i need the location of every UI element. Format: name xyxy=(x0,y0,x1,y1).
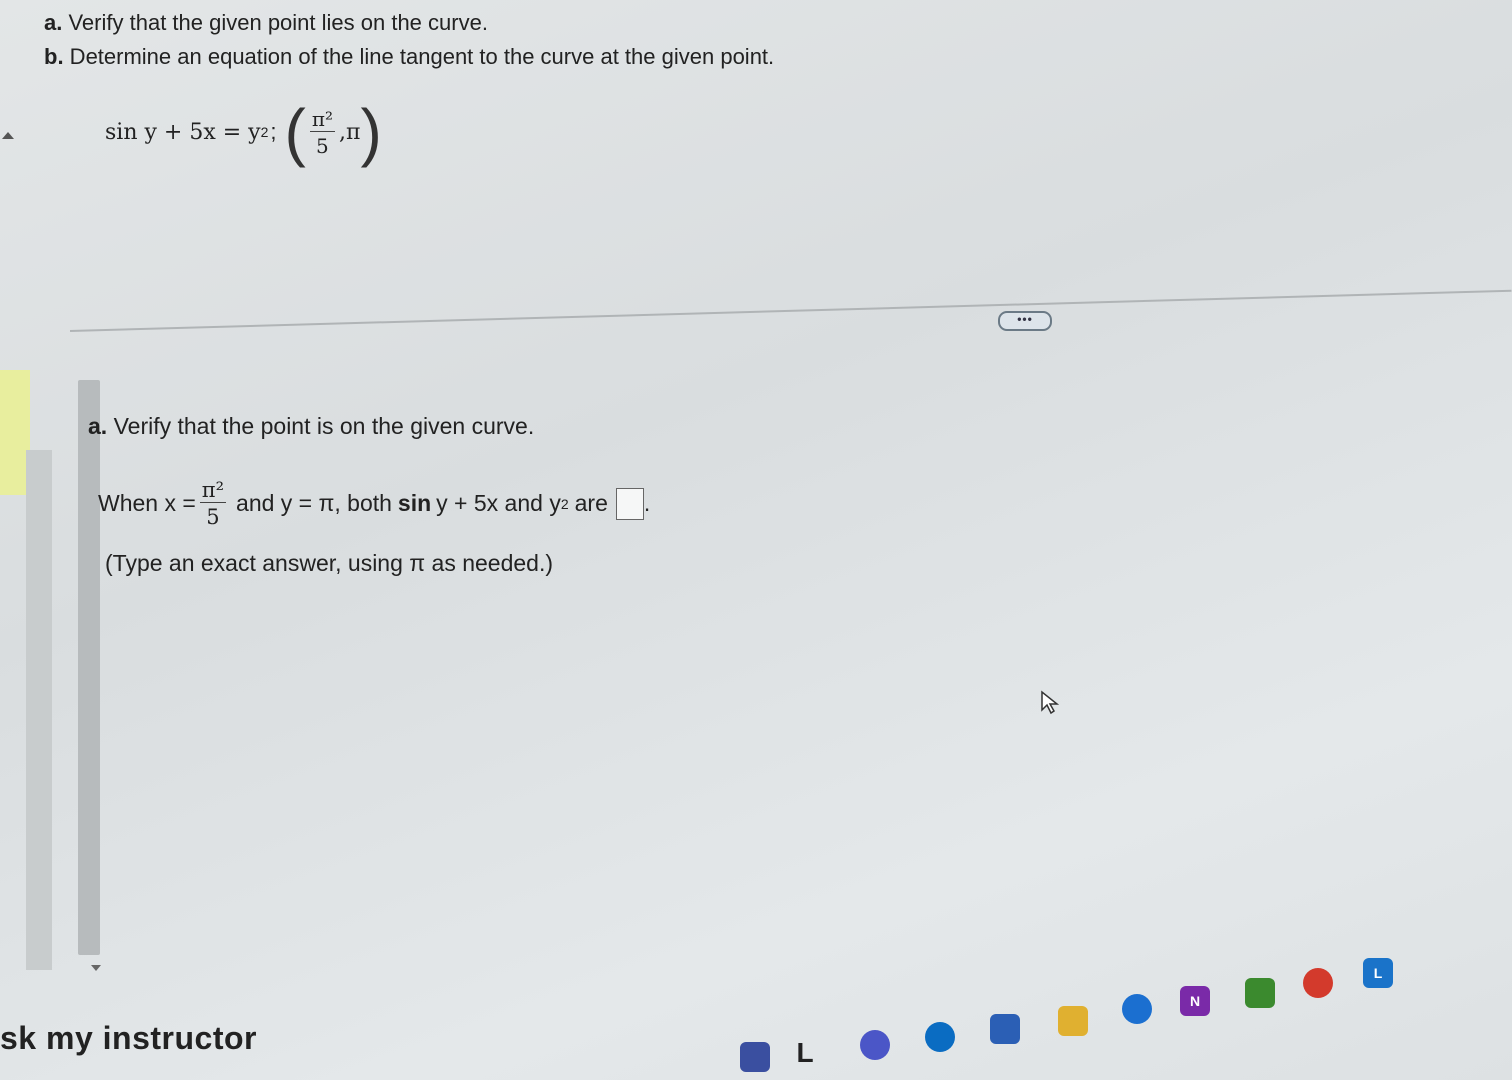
store-icon[interactable] xyxy=(990,1014,1020,1044)
folder-icon[interactable] xyxy=(1058,1006,1088,1036)
curve-equation: sin y + 5x = y2 ; ( π² 5 ,π ) xyxy=(105,96,382,168)
app-l-icon[interactable]: L xyxy=(790,1038,820,1068)
problem-part-b: b. Determine an equation of the line tan… xyxy=(44,44,775,69)
left-paren: ( xyxy=(284,96,306,168)
part-a-heading: a. Verify that the point is on the given… xyxy=(88,413,535,439)
verification-sentence: When x = π² 5 and y = π, both sin y + 5x… xyxy=(98,478,651,529)
right-paren: ) xyxy=(360,96,382,168)
problem-statement: a. Verify that the given point lies on t… xyxy=(44,6,774,74)
more-options-button[interactable]: ••• xyxy=(998,311,1052,331)
taskbar: L N L xyxy=(300,958,1512,1080)
copilot-icon[interactable] xyxy=(740,1042,770,1072)
ask-my-instructor-link[interactable]: sk my instructor xyxy=(0,1020,257,1057)
teams-icon[interactable] xyxy=(860,1030,890,1060)
collapse-arrow-icon[interactable] xyxy=(2,132,14,139)
left-panel-scroll-track xyxy=(26,450,52,970)
answer-hint: (Type an exact answer, using π as needed… xyxy=(105,550,554,576)
onenote-icon[interactable]: N xyxy=(1180,986,1210,1016)
x-value-fraction: π² 5 xyxy=(199,478,227,529)
chrome-icon[interactable] xyxy=(1303,968,1333,998)
section-divider xyxy=(70,289,1512,332)
problem-part-a: a. Verify that the given point lies on t… xyxy=(44,10,488,35)
scrollbar-thumb[interactable] xyxy=(78,380,100,955)
edge-icon[interactable] xyxy=(925,1022,955,1052)
answer-input[interactable] xyxy=(615,487,644,520)
scroll-down-arrow-icon[interactable] xyxy=(91,965,101,971)
app-letter-icon[interactable]: L xyxy=(1363,958,1393,988)
point-x-fraction: π² 5 xyxy=(309,106,335,158)
outlook-icon[interactable] xyxy=(1122,994,1152,1024)
minecraft-icon[interactable] xyxy=(1245,978,1275,1008)
mouse-cursor-icon xyxy=(1041,690,1060,715)
